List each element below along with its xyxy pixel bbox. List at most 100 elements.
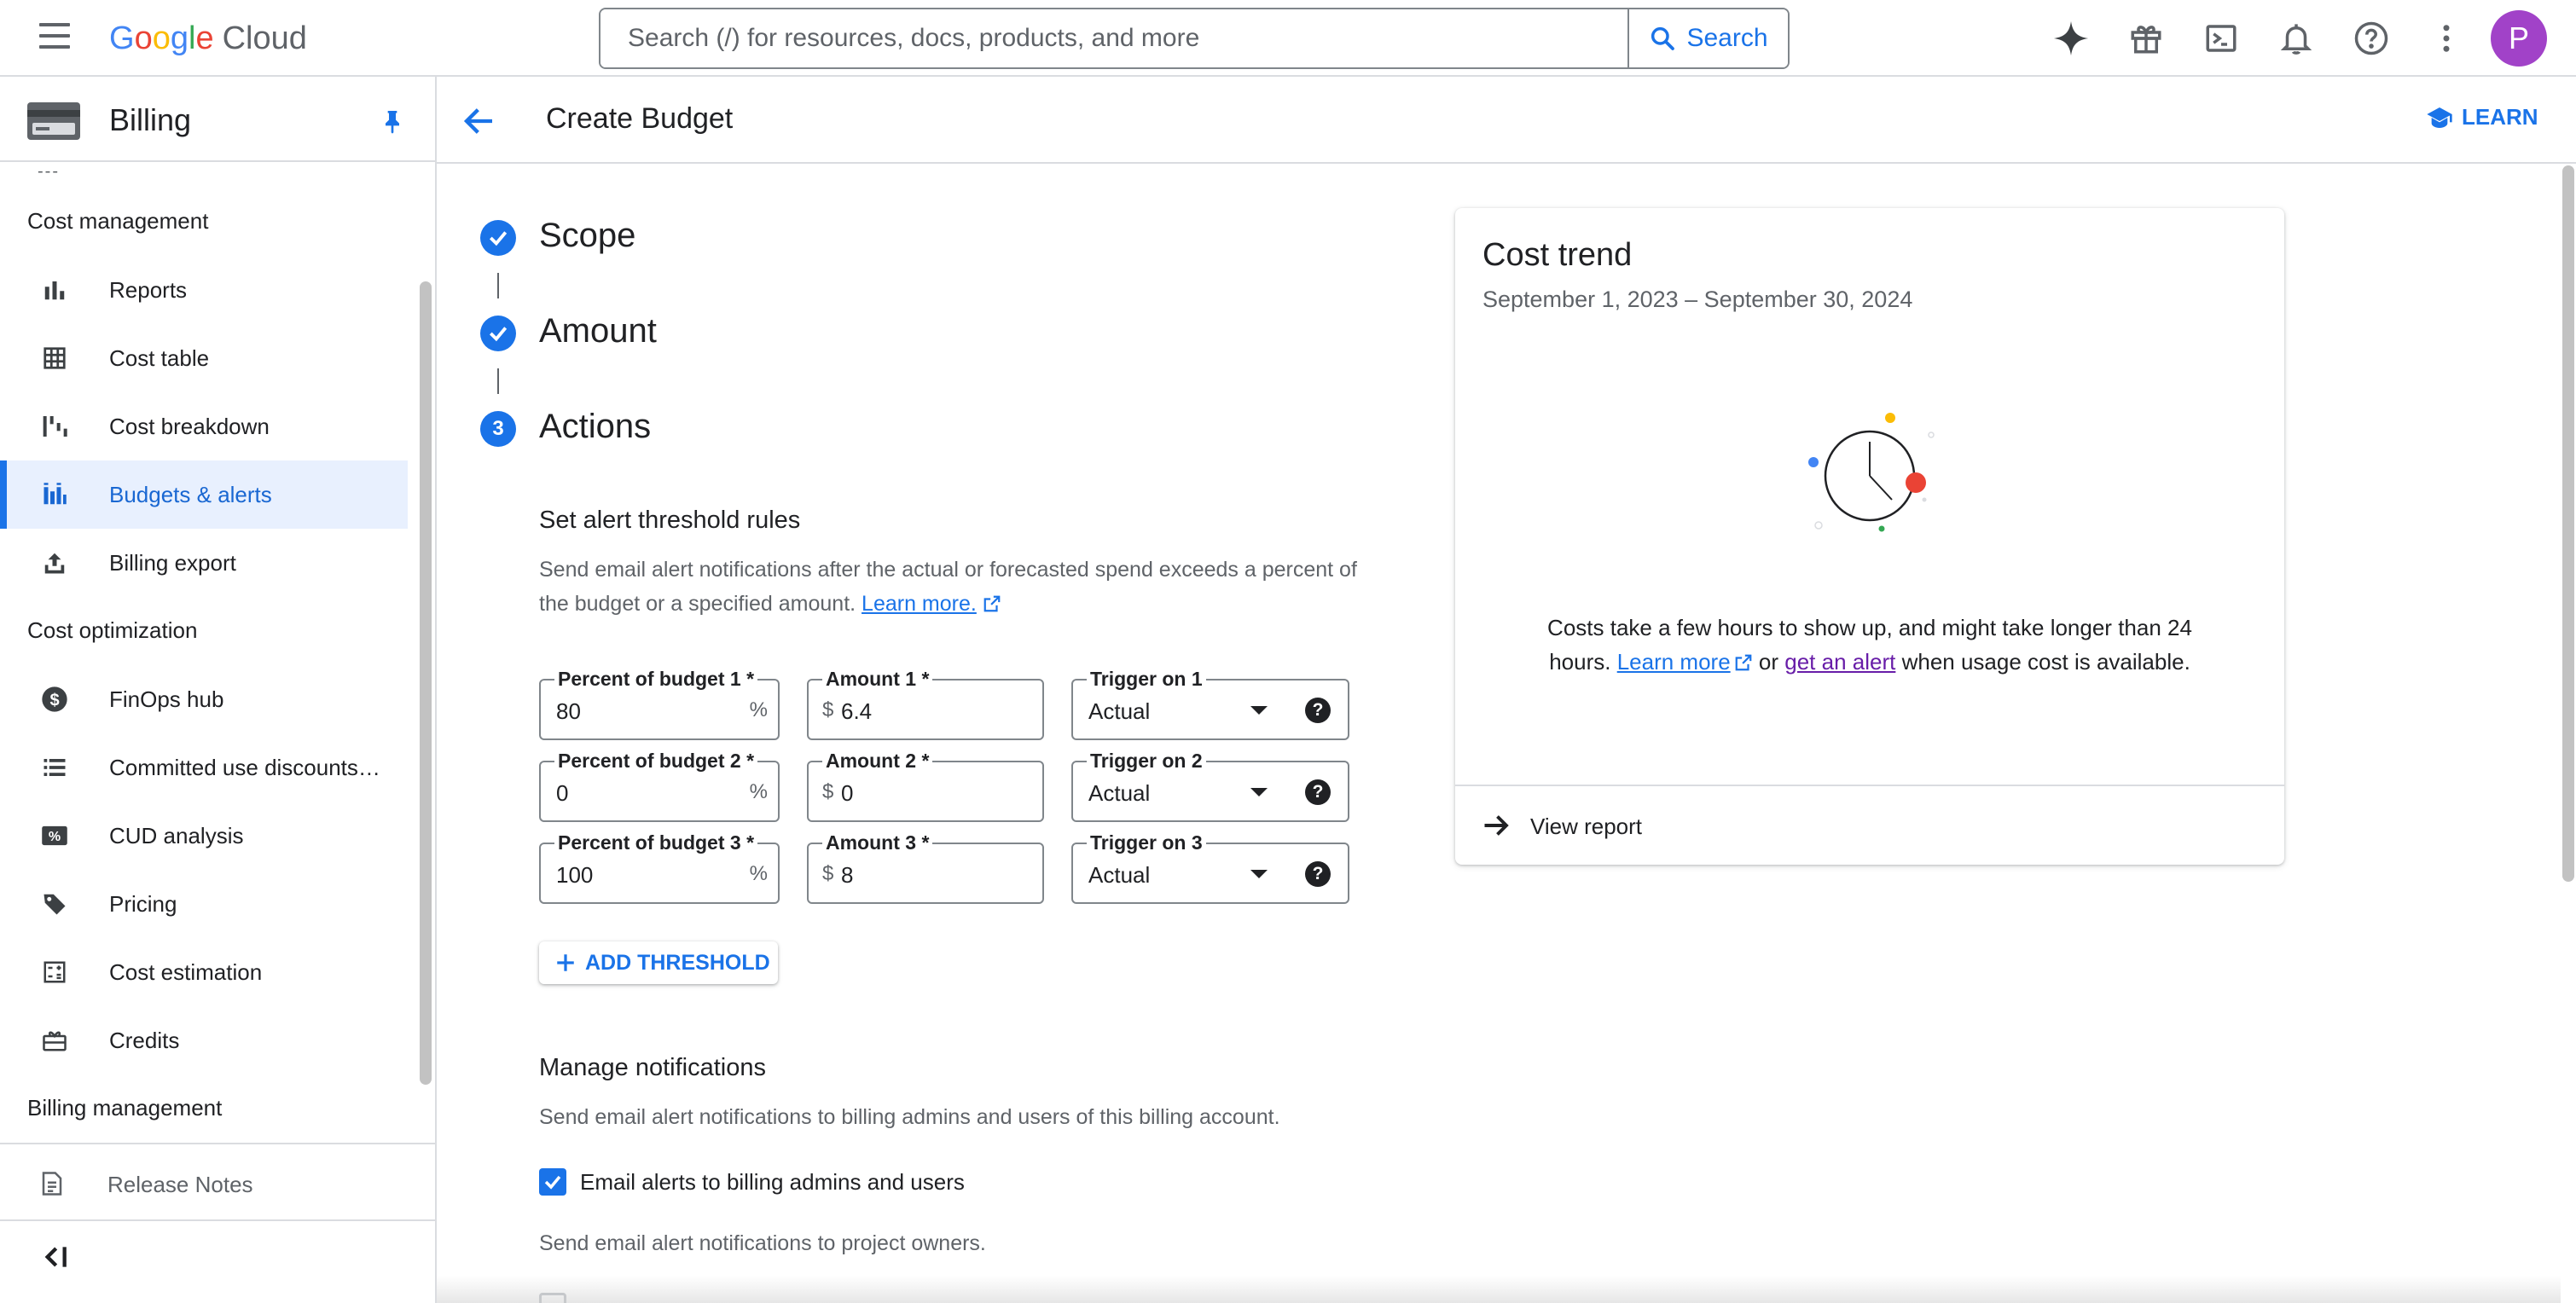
field-label: Percent of budget 2 * <box>554 750 758 773</box>
billing-admins-checkbox-label[interactable]: Email alerts to billing admins and users <box>580 1169 965 1196</box>
notifications-desc-2: Send email alert notifications to projec… <box>539 1231 986 1255</box>
add-threshold-label: ADD THRESHOLD <box>585 950 770 975</box>
field-label: Amount 3 * <box>822 831 933 854</box>
cost-trend-title: Cost trend <box>1482 237 1633 273</box>
amount-1-field[interactable]: Amount 1 * $ 6.4 <box>807 668 1044 740</box>
sidebar-item-cost-estimation[interactable]: Cost estimation <box>0 938 408 1006</box>
step-scope-complete-icon <box>480 220 516 256</box>
bottom-shadow <box>437 1276 2561 1303</box>
gemini-sparkle-icon[interactable] <box>2044 11 2098 66</box>
field-label: Trigger on 2 <box>1087 750 1206 773</box>
sidebar-scroll-indicator: --- <box>38 162 60 181</box>
page-header: Create Budget LEARN <box>437 77 2576 164</box>
amount-3-field[interactable]: Amount 3 * $ 8 <box>807 831 1044 904</box>
percent-of-budget-1-field[interactable]: Percent of budget 1 * 80 % <box>539 668 780 740</box>
calculator-icon <box>39 957 70 987</box>
notifications-desc-1: Send email alert notifications to billin… <box>539 1105 1280 1129</box>
sidebar-item-cost-breakdown[interactable]: Cost breakdown <box>0 392 408 460</box>
google-cloud-logo[interactable]: Google Cloud <box>109 15 307 61</box>
trigger-on-2-select[interactable]: Trigger on 2 Actual ? <box>1071 750 1349 822</box>
help-icon[interactable] <box>2344 11 2399 66</box>
sidebar-item-cud-analysis[interactable]: % CUD analysis <box>0 802 408 870</box>
gift-icon[interactable] <box>2119 11 2173 66</box>
threshold-learn-more-link[interactable]: Learn more. <box>862 592 977 616</box>
sidebar-item-billing-export[interactable]: Billing export <box>0 529 408 597</box>
dropdown-caret-icon <box>1250 870 1268 878</box>
notifications-bell-icon[interactable] <box>2269 11 2324 66</box>
billing-admins-checkbox[interactable] <box>539 1168 566 1196</box>
section-cost-management: Cost management <box>27 208 209 234</box>
sidebar-item-label: Billing export <box>109 549 236 576</box>
percent-of-budget-2-field[interactable]: Percent of budget 2 * 0 % <box>539 750 780 822</box>
sidebar-item-finops-hub[interactable]: $ FinOps hub <box>0 665 408 733</box>
help-icon[interactable]: ? <box>1305 779 1331 805</box>
search-input[interactable] <box>600 9 1627 67</box>
collapse-sidebar-icon[interactable] <box>38 1240 72 1274</box>
sidebar-item-reports[interactable]: Reports <box>0 256 408 324</box>
cost-trend-card: Cost trend September 1, 2023 – September… <box>1455 208 2284 865</box>
dollar-circle-icon: $ <box>39 684 70 715</box>
field-label: Percent of budget 3 * <box>554 831 758 854</box>
billing-sidebar: Billing --- Cost management Reports Cost… <box>0 77 437 1303</box>
cost-trend-learn-more-link[interactable]: Learn more <box>1617 649 1731 675</box>
amount-value[interactable]: 8 <box>841 862 853 889</box>
view-report-button[interactable]: View report <box>1455 785 2284 865</box>
page-title: Create Budget <box>546 102 734 135</box>
field-label: Amount 1 * <box>822 668 933 691</box>
svg-text:$: $ <box>49 691 59 709</box>
account-avatar[interactable]: P <box>2491 10 2547 67</box>
release-notes-link[interactable]: Release Notes <box>0 1150 435 1221</box>
step-amount[interactable]: Amount <box>539 312 657 350</box>
logo-cloud: Cloud <box>222 20 307 56</box>
more-options-icon[interactable] <box>2419 11 2474 66</box>
sidebar-item-label: Cost table <box>109 345 210 371</box>
help-icon[interactable]: ? <box>1305 861 1331 887</box>
learn-button[interactable]: LEARN <box>2426 104 2538 130</box>
checkmark-icon <box>544 1175 561 1190</box>
get-an-alert-link[interactable]: get an alert <box>1784 649 1895 675</box>
field-label: Trigger on 1 <box>1087 668 1206 691</box>
percent-suffix: % <box>749 698 768 721</box>
sidebar-item-label: Cost breakdown <box>109 413 270 439</box>
sidebar-item-budgets-alerts[interactable]: Budgets & alerts <box>0 460 408 529</box>
field-label: Percent of budget 1 * <box>554 668 758 691</box>
search-button[interactable]: Search <box>1627 9 1788 67</box>
amount-value[interactable]: 6.4 <box>841 698 872 725</box>
threshold-section-title: Set alert threshold rules <box>539 507 801 534</box>
step-actions[interactable]: Actions <box>539 408 651 446</box>
step-scope[interactable]: Scope <box>539 217 635 255</box>
add-threshold-button[interactable]: ADD THRESHOLD <box>539 941 778 984</box>
currency-prefix: $ <box>822 862 834 885</box>
sidebar-item-credits[interactable]: Credits <box>0 1006 408 1074</box>
percent-of-budget-3-field[interactable]: Percent of budget 3 * 100 % <box>539 831 780 904</box>
main-menu-icon[interactable] <box>38 23 72 54</box>
billing-card-icon <box>27 102 80 140</box>
sidebar-item-pricing[interactable]: Pricing <box>0 870 408 938</box>
cost-trend-msg-or: or <box>1758 649 1779 675</box>
cloud-shell-icon[interactable] <box>2194 11 2248 66</box>
percent-value[interactable]: 0 <box>556 780 568 807</box>
trigger-on-1-select[interactable]: Trigger on 1 Actual ? <box>1071 668 1349 740</box>
sidebar-item-committed-use-discounts[interactable]: Committed use discounts… <box>0 733 408 802</box>
sidebar-scrollbar[interactable] <box>420 281 432 1085</box>
trigger-on-3-select[interactable]: Trigger on 3 Actual ? <box>1071 831 1349 904</box>
clock-illustration-icon <box>1808 413 1935 532</box>
pin-icon[interactable] <box>379 106 406 136</box>
step-amount-complete-icon <box>480 316 516 351</box>
amount-value[interactable]: 0 <box>841 780 853 807</box>
main-scrollbar[interactable] <box>2562 165 2574 882</box>
sidebar-item-cost-table[interactable]: Cost table <box>0 324 408 392</box>
top-bar: Google Cloud Search P <box>0 0 2576 77</box>
back-arrow-icon[interactable] <box>462 104 496 138</box>
budgets-chart-icon <box>39 479 70 510</box>
svg-text:%: % <box>49 830 61 844</box>
help-icon[interactable]: ? <box>1305 698 1331 723</box>
search-bar: Search <box>599 8 1790 69</box>
percent-value[interactable]: 80 <box>556 698 581 725</box>
amount-2-field[interactable]: Amount 2 * $ 0 <box>807 750 1044 822</box>
percent-value[interactable]: 100 <box>556 862 593 889</box>
logo-google: Google <box>109 20 214 56</box>
sidebar-title: Billing <box>109 102 192 137</box>
sidebar-item-label: Budgets & alerts <box>109 481 272 507</box>
learn-label: LEARN <box>2462 104 2538 130</box>
